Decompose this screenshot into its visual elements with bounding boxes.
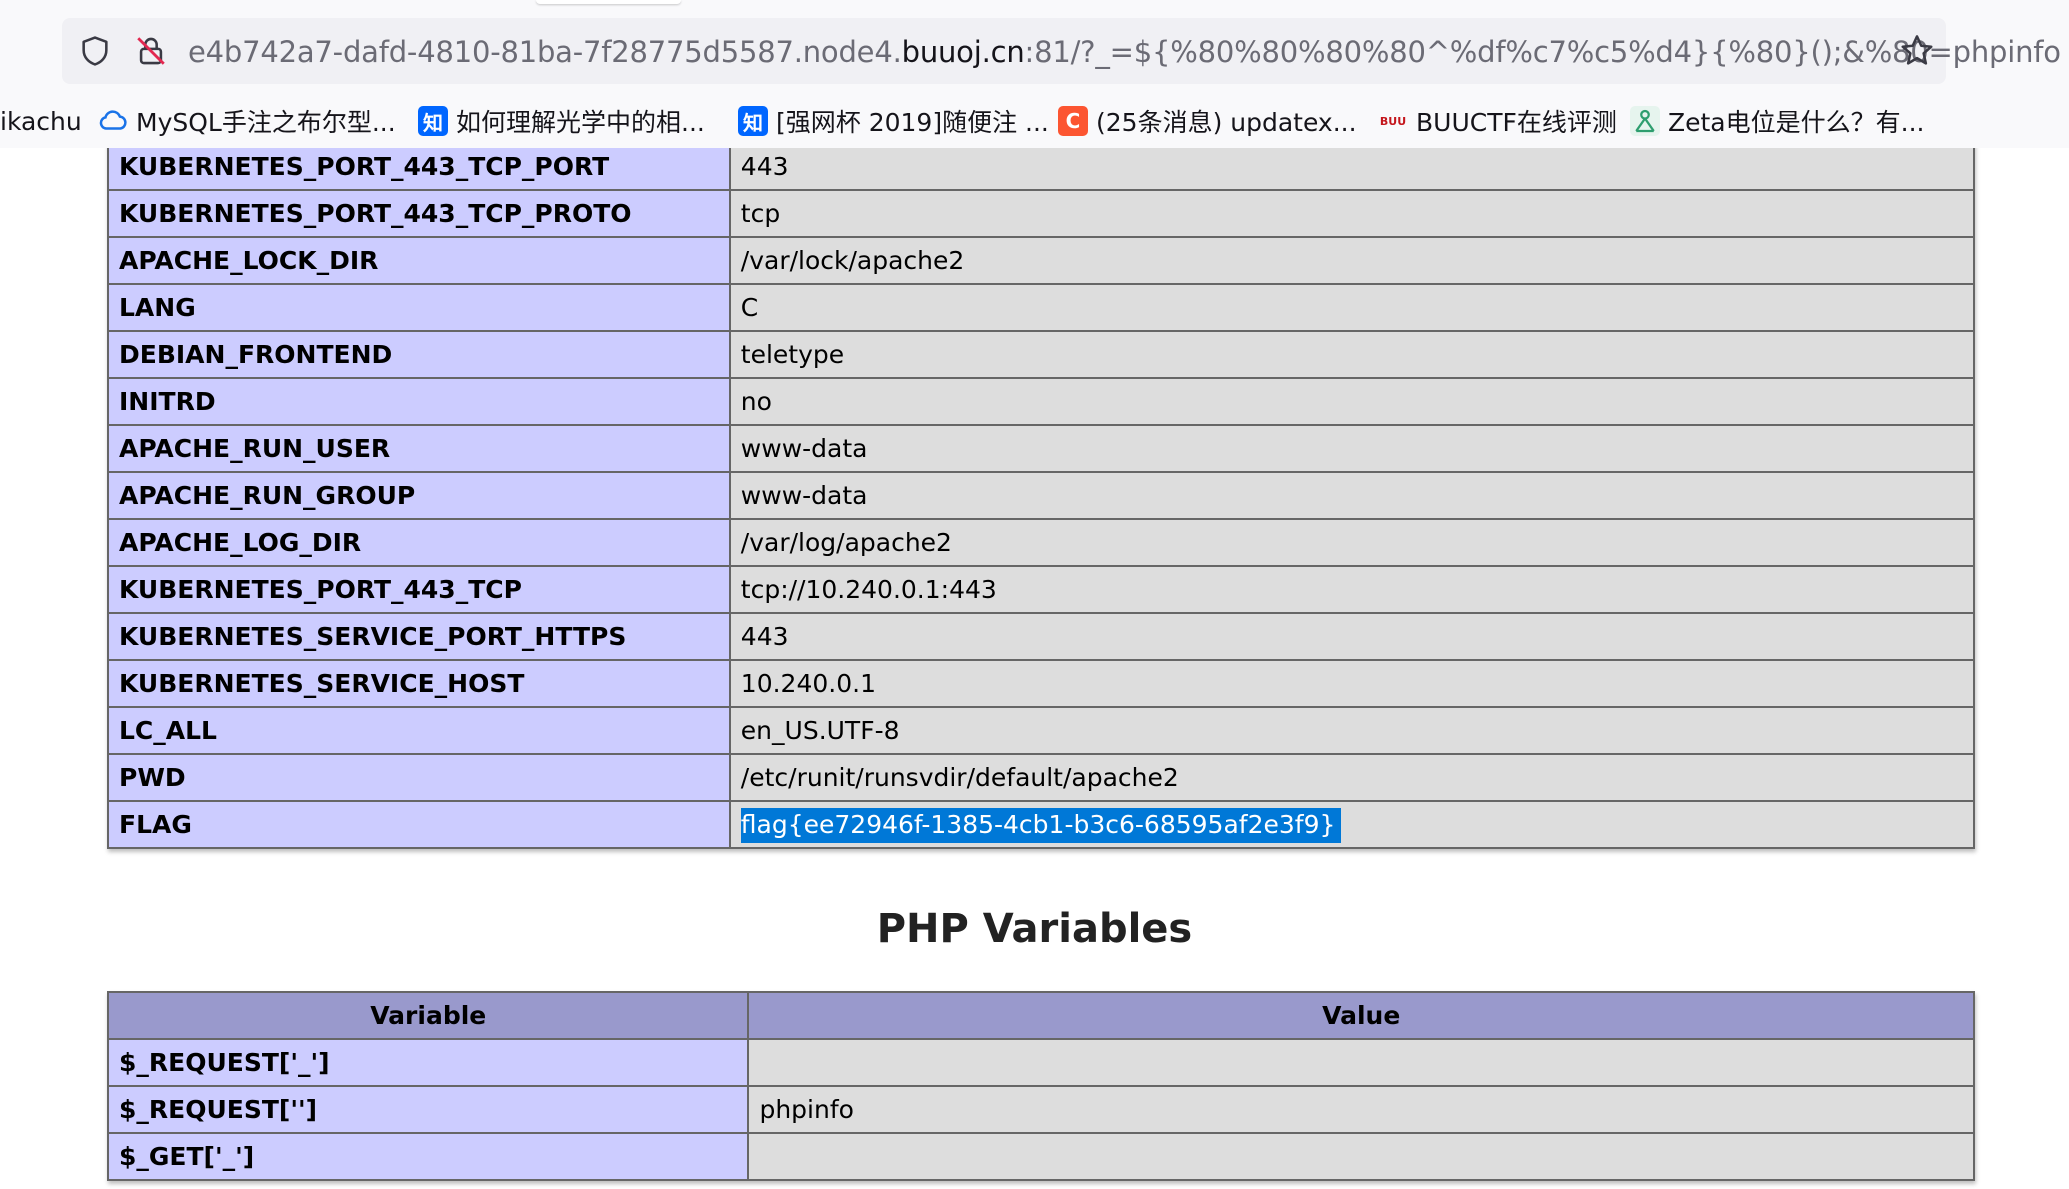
bookmark-label: ikachu [0, 106, 82, 136]
variable-name-cell: LC_ALL [107, 706, 731, 755]
browser-chrome: e4b742a7-dafd-4810-81ba-7f28775d5587.nod… [0, 0, 2069, 149]
environment-table: KUBERNETES_PORT_443_TCP_PORT 443 KUBERNETE… [107, 148, 1976, 849]
variable-value-cell: C [728, 283, 1976, 332]
url-domain: buuoj.cn [901, 35, 1025, 69]
variable-value-cell: www-data [728, 471, 1976, 520]
variable-value-cell: 443 [728, 612, 1976, 661]
variable-value-cell: www-data [728, 424, 1976, 473]
php-variables-table: Variable Value $_REQUEST['_'] $_REQUEST['… [106, 991, 1975, 1181]
table-row: $_REQUEST[''] phpinfo [106, 1085, 1975, 1134]
table-header-row: Variable Value [106, 991, 1975, 1040]
variable-value-cell [747, 1038, 1975, 1087]
bookmarks-toolbar: ikachu MySQL手注之布尔型... 知 如何理解光学中的相... 知 [… [0, 96, 2069, 146]
table-row: INITRD no [107, 377, 1976, 426]
variable-name-cell: KUBERNETES_SERVICE_PORT_HTTPS [107, 612, 731, 661]
column-header-value: Value [747, 991, 1975, 1040]
variable-name-cell: $_GET['_'] [106, 1132, 750, 1181]
zhihu-icon: 知 [418, 106, 448, 136]
variable-name-cell: KUBERNETES_SERVICE_HOST [107, 659, 731, 708]
variable-value-cell: teletype [728, 330, 1976, 379]
bookmark-label: BUUCTF在线评测 [1416, 108, 1617, 137]
variable-value-cell: phpinfo [747, 1085, 1975, 1134]
variable-value-cell: en_US.UTF-8 [728, 706, 1976, 755]
bookmark-label: Zeta电位是什么？有... [1668, 108, 1925, 137]
url-prefix: e4b742a7-dafd-4810-81ba-7f28775d5587.nod… [188, 35, 902, 69]
table-row: LANG C [107, 283, 1976, 332]
buuctf-icon: BUU [1379, 114, 1407, 128]
table-row: KUBERNETES_PORT_443_TCP tcp://10.240.0.1:… [107, 565, 1976, 614]
variable-value-cell: 443 [728, 148, 1976, 191]
variable-name-cell: APACHE_LOG_DIR [107, 518, 731, 567]
variable-name-cell: $_REQUEST[''] [106, 1085, 750, 1134]
table-row: LC_ALL en_US.UTF-8 [107, 706, 1976, 755]
table-row: KUBERNETES_SERVICE_HOST 10.240.0.1 [107, 659, 1976, 708]
bookmark-label: [强网杯 2019]随便注 ... [776, 108, 1049, 137]
variable-name-cell: DEBIAN_FRONTEND [107, 330, 731, 379]
bookmark-item[interactable]: 知 [强网杯 2019]随便注 ... [738, 96, 1049, 146]
variable-name-cell: APACHE_RUN_GROUP [107, 471, 731, 520]
variable-name-cell: FLAG [107, 800, 731, 849]
table-row: $_REQUEST['_'] [106, 1038, 1975, 1087]
environment-table-body: KUBERNETES_PORT_443_TCP_PORT 443 KUBERNETE… [107, 148, 1976, 849]
bookmark-star-icon[interactable] [1898, 32, 1936, 70]
variable-name-cell: INITRD [107, 377, 731, 426]
url-text[interactable]: e4b742a7-dafd-4810-81ba-7f28775d5587.nod… [188, 30, 2061, 74]
table-row: APACHE_LOCK_DIR/var/lock/apache2 [107, 236, 1976, 285]
table-row: APACHE_RUN_GROUP www-data [107, 471, 1976, 520]
variable-value-cell: tcp [728, 189, 1976, 238]
bookmark-label: (25条消息) updatex... [1096, 108, 1357, 137]
bookmark-item[interactable]: C (25条消息) updatex... [1058, 96, 1357, 146]
variable-name-cell: KUBERNETES_PORT_443_TCP_PROTO [107, 189, 731, 238]
page-content: KUBERNETES_PORT_443_TCP_PORT 443 KUBERNETE… [0, 148, 2069, 1189]
bookmark-item[interactable]: Zeta电位是什么？有... [1630, 96, 1924, 146]
variable-name-cell: APACHE_LOCK_DIR [107, 236, 731, 285]
variable-name-cell: PWD [107, 753, 731, 802]
table-row: APACHE_LOG_DIR/var/log/apache2 [107, 518, 1976, 567]
bookmark-item[interactable]: MySQL手注之布尔型... [98, 96, 396, 146]
section-title: PHP Variables [876, 906, 1193, 952]
table-row: PWD/etc/runit/runsvdir/default/apache2 [107, 753, 1976, 802]
variable-value-cell: tcp://10.240.0.1:443 [728, 565, 1976, 614]
variable-name-cell: $_REQUEST['_'] [106, 1038, 750, 1087]
science-icon [1630, 106, 1660, 136]
bookmark-item[interactable]: BUU BUUCTF在线评测 [1378, 96, 1617, 146]
csdn-icon: C [1058, 106, 1088, 136]
table-row: KUBERNETES_PORT_443_TCP_PORT 443 [107, 148, 1976, 191]
table-row: FLAG flag{ee72946f-1385-4cb1-b3c6-68595af… [107, 800, 1976, 849]
variable-value-cell [747, 1132, 1975, 1181]
active-tab-indicator[interactable] [536, 0, 681, 4]
variable-value-cell: /var/lock/apache2 [728, 236, 1976, 285]
variable-name-cell: KUBERNETES_PORT_443_TCP_PORT [107, 148, 731, 191]
variable-value-cell: no [728, 377, 1976, 426]
variable-value-cell: flag{ee72946f-1385-4cb1-b3c6-68595af2e3f… [728, 800, 1976, 849]
zhihu-icon: 知 [738, 106, 768, 136]
cloud-icon [99, 110, 127, 130]
bookmark-item[interactable]: 知 如何理解光学中的相... [418, 96, 705, 146]
variable-name-cell: KUBERNETES_PORT_443_TCP [107, 565, 731, 614]
variable-value-cell: 10.240.0.1 [728, 659, 1976, 708]
bookmark-label: 如何理解光学中的相... [456, 108, 705, 137]
table-row: KUBERNETES_SERVICE_PORT_HTTPS 443 [107, 612, 1976, 661]
insecure-lock-icon[interactable] [134, 34, 168, 68]
php-variables-table-body: $_REQUEST['_'] $_REQUEST[''] phpinfo $_GET[… [106, 1038, 1975, 1181]
column-header-variable: Variable [106, 991, 750, 1040]
table-row: KUBERNETES_PORT_443_TCP_PROTO tcp [107, 189, 1976, 238]
bookmark-label: MySQL手注之布尔型... [136, 108, 396, 137]
table-row: $_GET['_'] [106, 1132, 1975, 1181]
variable-value-cell: /etc/runit/runsvdir/default/apache2 [728, 753, 1976, 802]
shield-icon[interactable] [78, 34, 112, 68]
variable-name-cell: APACHE_RUN_USER [107, 424, 731, 473]
variable-value-cell: /var/log/apache2 [728, 518, 1976, 567]
selected-flag-text[interactable]: flag{ee72946f-1385-4cb1-b3c6-68595af2e3f… [740, 808, 1342, 843]
table-row: APACHE_RUN_USER www-data [107, 424, 1976, 473]
table-row: DEBIAN_FRONTEND teletype [107, 330, 1976, 379]
variable-name-cell: LANG [107, 283, 731, 332]
bookmark-item[interactable]: ikachu [0, 96, 82, 146]
